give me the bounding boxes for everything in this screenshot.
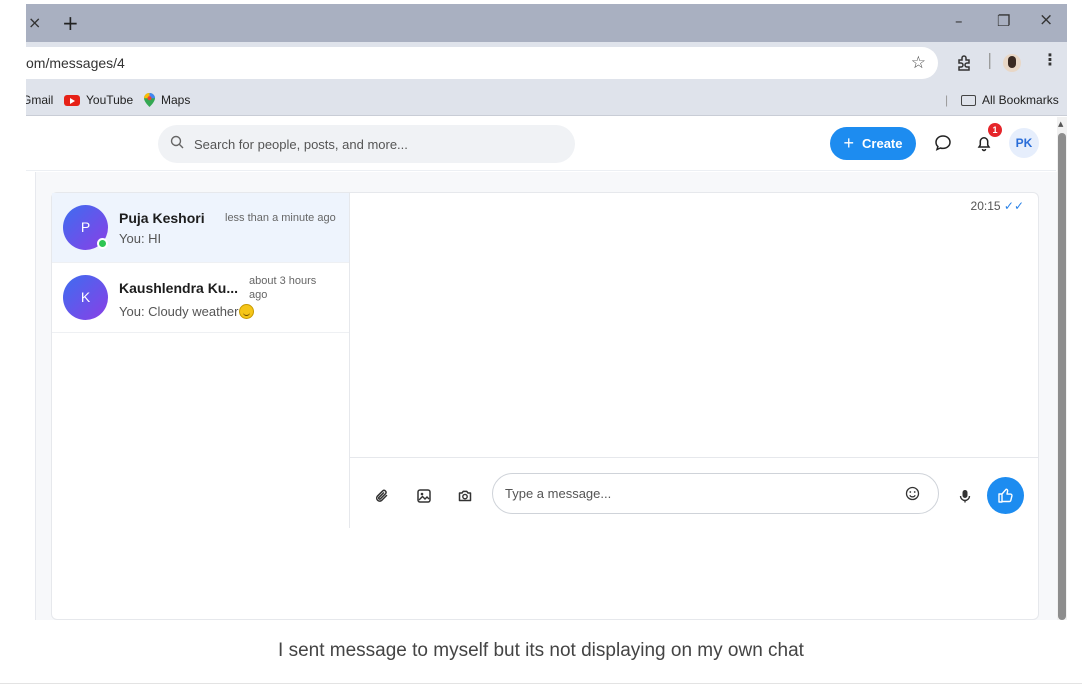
- extensions-puzzle-icon[interactable]: [956, 55, 972, 71]
- divider: [0, 683, 1082, 684]
- conversation-preview-wrap: You: Cloudy weather: [119, 304, 254, 319]
- address-bar[interactable]: om/messages/4 ☆: [26, 47, 938, 79]
- browser-screenshot: × + – ❐ × om/messages/4 ☆ | ⋮ Gmail YouT…: [26, 4, 1067, 620]
- minimize-button[interactable]: –: [955, 12, 963, 30]
- message-time: 20:15: [970, 199, 1001, 213]
- bookmark-youtube-label: YouTube: [86, 93, 134, 107]
- scroll-thumb[interactable]: [1058, 133, 1066, 620]
- notification-badge: 1: [988, 123, 1002, 137]
- search-bar[interactable]: [158, 125, 575, 163]
- message-input-wrapper: [492, 473, 939, 514]
- toolbar-divider: |: [987, 50, 993, 69]
- profile-avatar[interactable]: [1003, 54, 1021, 72]
- all-bookmarks[interactable]: All Bookmarks: [961, 93, 1059, 107]
- paperclip-icon[interactable]: [374, 488, 390, 504]
- messages-bubble-icon[interactable]: [933, 133, 953, 153]
- screenshot-caption: I sent message to myself but its not dis…: [278, 640, 804, 661]
- app-page: + Create 1 PK P Puja Keshori You: HI: [26, 117, 1067, 620]
- youtube-icon: [64, 94, 80, 106]
- browser-toolbar: om/messages/4 ☆ | ⋮: [26, 42, 1067, 84]
- message-input[interactable]: [505, 474, 895, 513]
- bookmarks-bar: Gmail YouTube Maps | All Bookmarks: [26, 84, 1067, 116]
- bookmark-gmail[interactable]: Gmail: [26, 93, 53, 107]
- all-bookmarks-label: All Bookmarks: [982, 93, 1059, 107]
- conversation-preview: You: HI: [119, 231, 162, 246]
- like-send-button[interactable]: [987, 477, 1024, 514]
- image-icon[interactable]: [416, 488, 432, 504]
- bookmark-youtube[interactable]: YouTube: [64, 93, 133, 107]
- conversation-name: Kaushlendra Ku...: [119, 280, 239, 296]
- close-window-button[interactable]: ×: [1039, 10, 1053, 30]
- online-indicator: [97, 238, 108, 249]
- bookmark-maps[interactable]: Maps: [144, 93, 190, 107]
- smile-emoji-icon: [238, 304, 254, 319]
- conversation-item[interactable]: P Puja Keshori You: HI less than a minut…: [52, 193, 349, 263]
- scroll-up-arrow-icon[interactable]: ▲: [1058, 120, 1063, 128]
- browser-menu-icon[interactable]: ⋮: [1042, 50, 1058, 69]
- camera-icon[interactable]: [457, 488, 473, 504]
- conversation-time-wrap: about 3 hours ago: [249, 274, 316, 302]
- bookmark-gmail-label: Gmail: [26, 93, 54, 107]
- conversation-item[interactable]: K Kaushlendra Ku... You: Cloudy weather …: [52, 263, 349, 333]
- tab-bar: × + – ❐ ×: [26, 4, 1067, 42]
- search-icon: [170, 135, 184, 149]
- conversation-time-line1: about 3 hours: [249, 275, 317, 287]
- avatar: K: [63, 275, 108, 320]
- page-scrollbar[interactable]: ▲: [1057, 117, 1067, 620]
- app-header: + Create 1 PK: [26, 117, 1056, 171]
- conversation-preview: You: Cloudy weather: [119, 304, 239, 319]
- new-tab-button[interactable]: +: [62, 11, 79, 35]
- emoji-picker-icon[interactable]: [905, 486, 920, 501]
- bookmark-star-icon[interactable]: ☆: [911, 53, 926, 73]
- folder-icon: [961, 94, 976, 106]
- plus-icon: +: [843, 133, 855, 153]
- conversation-time-line2: ago: [249, 289, 268, 301]
- maps-pin-icon: [144, 93, 155, 107]
- tab-close-button[interactable]: ×: [28, 13, 41, 32]
- restore-button[interactable]: ❐: [997, 12, 1010, 30]
- conversation-name: Puja Keshori: [119, 210, 205, 226]
- search-input[interactable]: [194, 125, 564, 163]
- message-timestamp: 20:15 ✓✓: [971, 199, 1024, 213]
- microphone-icon[interactable]: [957, 488, 973, 504]
- bookmark-maps-label: Maps: [161, 93, 191, 107]
- read-receipt-icon: ✓✓: [1003, 199, 1024, 213]
- chat-pane: 20:15 ✓✓: [350, 193, 1038, 528]
- messenger-panel: P Puja Keshori You: HI less than a minut…: [51, 192, 1039, 620]
- create-button[interactable]: + Create: [830, 127, 916, 160]
- message-composer: [350, 457, 1038, 528]
- conversation-list: P Puja Keshori You: HI less than a minut…: [52, 193, 350, 528]
- thumbs-up-icon: [998, 488, 1013, 503]
- conversation-time: less than a minute ago: [225, 212, 336, 224]
- user-avatar[interactable]: PK: [1009, 128, 1039, 158]
- bookmarks-divider: |: [945, 93, 949, 107]
- url-text: om/messages/4: [26, 55, 125, 71]
- create-button-label: Create: [862, 136, 903, 151]
